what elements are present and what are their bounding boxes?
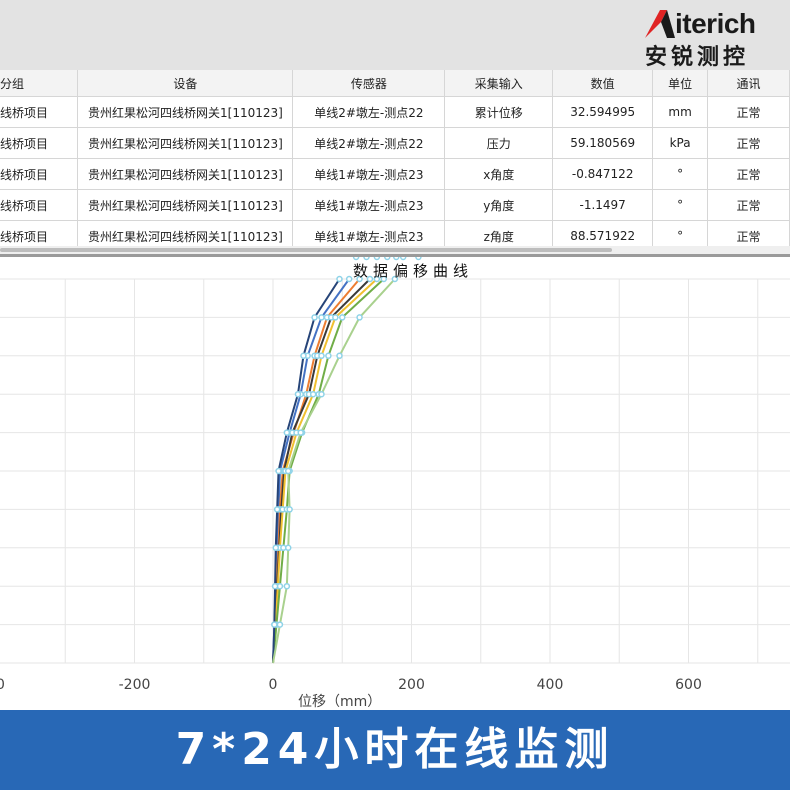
x-tick-label: 00: [0, 677, 5, 693]
data-point: [286, 506, 293, 513]
data-point: [284, 467, 292, 475]
col-header-device[interactable]: 设备: [77, 70, 294, 97]
chart-title: 数据偏移曲线: [352, 262, 473, 280]
data-point: [356, 314, 363, 321]
cell-group: 线桥项目: [0, 96, 79, 128]
data-point: [336, 352, 343, 360]
scrollbar-thumb[interactable]: [0, 248, 612, 252]
brand-name-cn: 安锐测控: [645, 45, 750, 70]
data-point: [297, 429, 304, 436]
cell-unit: °: [652, 220, 709, 246]
data-point: [273, 506, 281, 513]
brand-name: iterich: [675, 8, 756, 39]
data-point: [283, 582, 291, 590]
col-header-unit[interactable]: 单位: [652, 70, 709, 97]
x-tick-label: 0: [269, 677, 278, 693]
data-point: [339, 314, 346, 321]
brand-logo: iterich 安锐测控: [645, 6, 780, 70]
cell-sensor: 单线1#墩左-测点23: [292, 220, 446, 246]
cell-unit: mm: [652, 96, 709, 128]
cell-unit: kPa: [652, 127, 709, 159]
cell-status: 正常: [707, 127, 790, 159]
promo-banner: 7*24小时在线监测: [0, 710, 790, 790]
data-point: [311, 314, 318, 321]
data-point: [283, 429, 291, 436]
cell-status: 正常: [707, 158, 790, 190]
cell-value: -0.847122: [552, 158, 654, 190]
cell-unit: °: [652, 158, 709, 190]
cell-device: 贵州红果松河四线桥网关1[110123]: [77, 220, 294, 246]
data-point: [271, 582, 279, 590]
cell-input: x角度: [444, 158, 554, 190]
data-point: [272, 544, 280, 552]
cell-group: 线桥项目: [0, 220, 79, 246]
cell-status: 正常: [707, 96, 790, 128]
cell-device: 贵州红果松河四线桥网关1[110123]: [77, 127, 294, 159]
cell-group: 线桥项目: [0, 127, 79, 159]
table-row[interactable]: 线桥项目 贵州红果松河四线桥网关1[110123] 单线1#墩左-测点23 z角…: [0, 220, 790, 246]
table-row[interactable]: 线桥项目 贵州红果松河四线桥网关1[110123] 单线1#墩左-测点23 x角…: [0, 158, 790, 190]
table-header-row: 分组 设备 传感器 采集输入 数值 单位 通讯: [0, 70, 790, 97]
brand-a-icon: [645, 10, 675, 38]
data-point: [325, 352, 332, 360]
data-point: [300, 352, 307, 360]
cell-sensor: 单线1#墩左-测点23: [292, 189, 446, 221]
cell-unit: °: [652, 189, 709, 221]
cell-status: 正常: [707, 220, 790, 246]
cell-value: 88.571922: [552, 220, 654, 246]
col-header-group[interactable]: 分组: [0, 70, 79, 97]
cell-sensor: 单线1#墩左-测点23: [292, 158, 446, 190]
cell-value: 59.180569: [552, 127, 654, 159]
col-header-sensor[interactable]: 传感器: [292, 70, 446, 97]
cell-group: 线桥项目: [0, 158, 79, 190]
cell-device: 贵州红果松河四线桥网关1[110123]: [77, 158, 294, 190]
cell-value: 32.594995: [552, 96, 654, 128]
data-point: [332, 314, 339, 321]
header-bar: iterich 安锐测控: [0, 0, 790, 70]
cell-group: 线桥项目: [0, 189, 79, 221]
data-point: [309, 390, 317, 398]
data-point: [318, 352, 325, 360]
data-point: [318, 390, 325, 398]
col-header-value[interactable]: 数值: [552, 70, 654, 97]
horizontal-scrollbar[interactable]: [0, 246, 790, 254]
cell-device: 贵州红果松河四线桥网关1[110123]: [77, 189, 294, 221]
x-tick-label: 600: [675, 677, 702, 693]
data-point: [318, 314, 325, 321]
table-row[interactable]: 线桥项目 贵州红果松河四线桥网关1[110123] 单线2#墩左-测点22 压力…: [0, 127, 790, 159]
banner-text: 7*24小时在线监测: [175, 724, 615, 775]
data-point: [271, 621, 278, 628]
cell-value: -1.1497: [552, 189, 654, 221]
data-point: [275, 467, 282, 475]
data-point: [276, 621, 284, 628]
col-header-status[interactable]: 通讯: [707, 70, 790, 97]
cell-sensor: 单线2#墩左-测点22: [292, 127, 446, 159]
table-row[interactable]: 线桥项目 贵州红果松河四线桥网关1[110123] 单线1#墩左-测点23 y角…: [0, 189, 790, 221]
x-tick-label: 200: [398, 677, 425, 693]
sensor-table: 分组 设备 传感器 采集输入 数值 单位 通讯 线桥项目 贵州红果松河四线桥网关…: [0, 70, 790, 246]
cell-input: 压力: [444, 127, 554, 159]
x-tick-label: 400: [537, 677, 564, 693]
offset-chart: 00 -200 0 200 400 600: [0, 257, 790, 693]
chart-panel: 00 -200 0 200 400 600 数据偏移曲线 位移（mm）: [0, 257, 790, 710]
cell-input: 累计位移: [444, 96, 554, 128]
cell-input: y角度: [444, 189, 554, 221]
table-row[interactable]: 线桥项目 贵州红果松河四线桥网关1[110123] 单线2#墩左-测点22 累计…: [0, 96, 790, 128]
x-tick-label: -200: [119, 677, 151, 693]
cell-input: z角度: [444, 220, 554, 246]
cell-sensor: 单线2#墩左-测点22: [292, 96, 446, 128]
data-point: [294, 390, 302, 398]
data-point: [284, 544, 292, 552]
col-header-input[interactable]: 采集输入: [444, 70, 554, 97]
cell-device: 贵州红果松河四线桥网关1[110123]: [77, 96, 294, 128]
x-axis-label: 位移（mm）: [298, 694, 382, 710]
cell-status: 正常: [707, 189, 790, 221]
